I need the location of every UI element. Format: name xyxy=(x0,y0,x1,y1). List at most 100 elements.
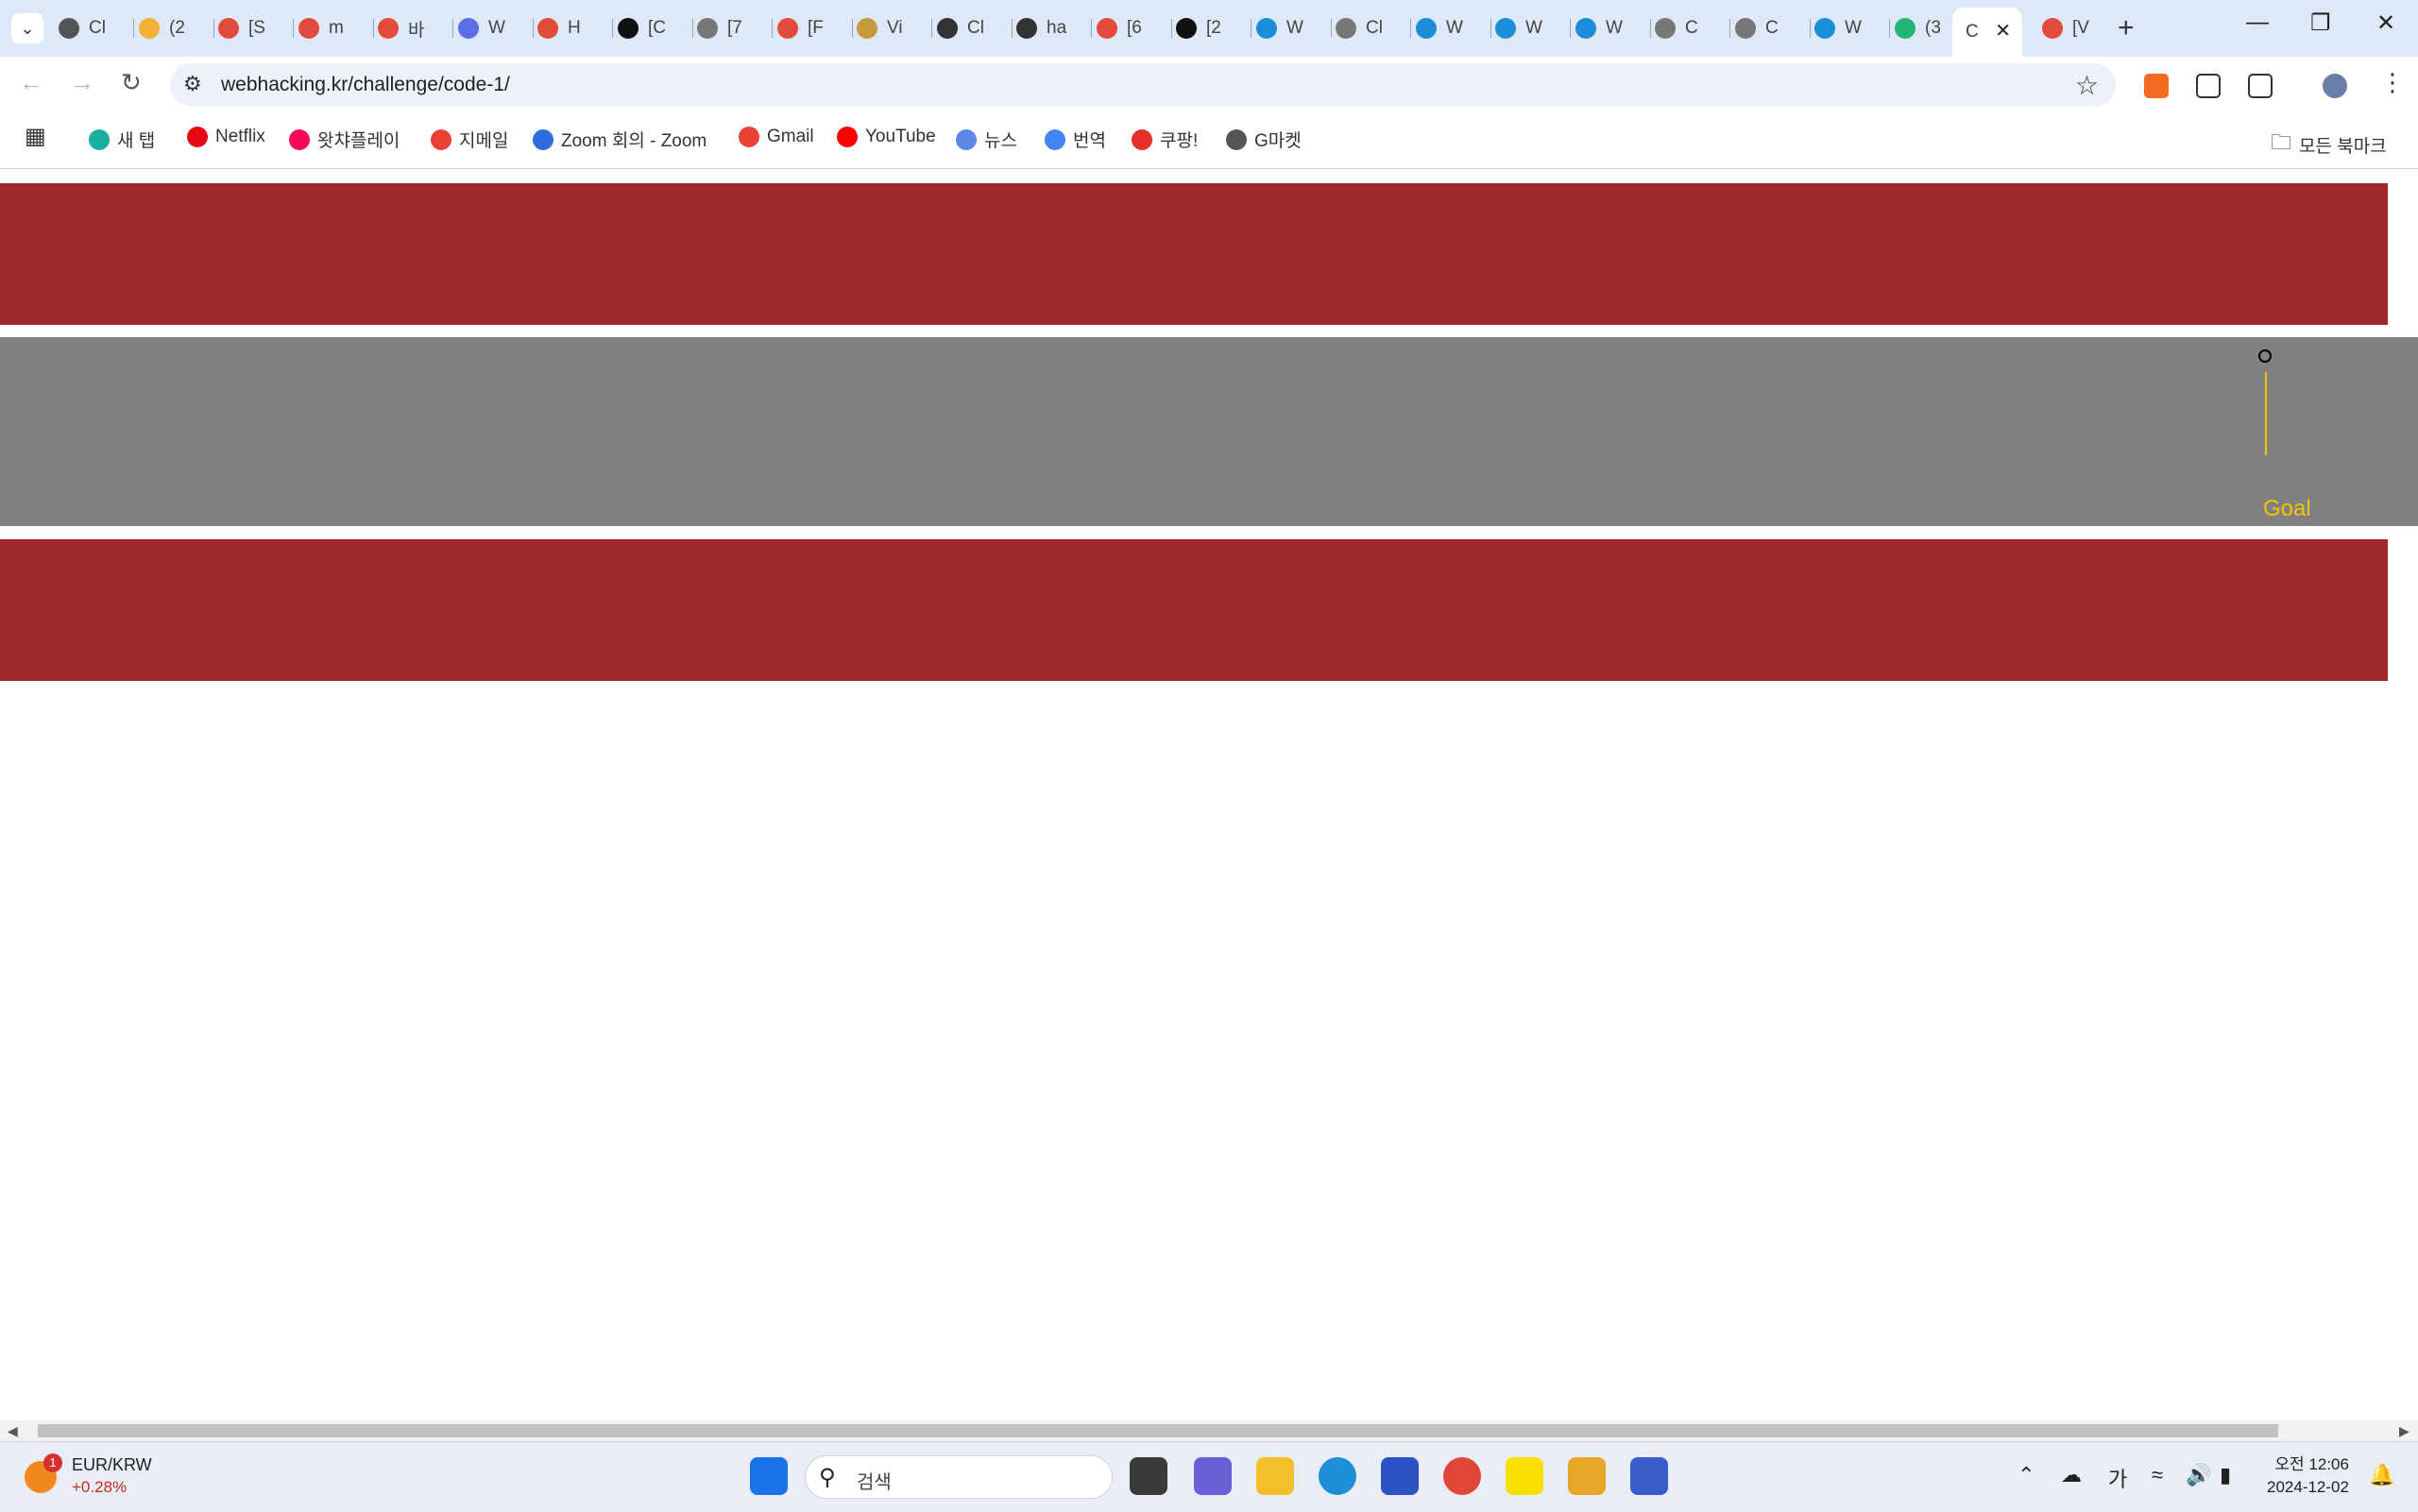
tab-favicon-icon xyxy=(857,18,877,39)
tab-separator xyxy=(1171,19,1172,38)
clock[interactable]: 오전 12:06 2024-12-02 xyxy=(2267,1453,2349,1499)
tray-chevron-icon[interactable]: ⌃ xyxy=(2018,1463,2035,1487)
tab[interactable]: m xyxy=(298,11,374,45)
tab[interactable]: W xyxy=(1256,11,1332,45)
bookmark-item[interactable]: 왓챠플레이 xyxy=(289,127,400,152)
media-control-icon[interactable] xyxy=(2196,74,2221,98)
network-app-icon[interactable] xyxy=(1630,1457,1668,1495)
task-view-icon[interactable] xyxy=(1130,1457,1167,1495)
edge-icon[interactable] xyxy=(1319,1457,1356,1495)
bookmark-star-icon[interactable]: ☆ xyxy=(2075,70,2099,101)
tab-separator xyxy=(533,19,534,38)
tab-separator xyxy=(1650,19,1651,38)
new-tab-button[interactable]: + xyxy=(2118,11,2135,45)
tab-favicon-icon xyxy=(1336,18,1356,39)
chrome-icon[interactable] xyxy=(1443,1457,1481,1495)
tab-favicon-icon xyxy=(1655,18,1676,39)
tab[interactable]: H xyxy=(537,11,613,45)
notification-bell-icon[interactable]: 🔔 xyxy=(2369,1463,2394,1487)
window-close-icon[interactable]: ✕ xyxy=(2376,9,2395,37)
tab[interactable]: [S xyxy=(218,11,294,45)
ime-indicator[interactable]: 가 xyxy=(2108,1463,2127,1493)
app-icon[interactable] xyxy=(1568,1457,1606,1495)
tab-favicon-icon xyxy=(1176,18,1197,39)
tab-label: W xyxy=(1845,18,1862,38)
onedrive-icon[interactable]: ☁ xyxy=(2061,1463,2082,1487)
scroll-left-icon[interactable]: ◀ xyxy=(8,1420,18,1441)
bookmark-label: Netflix xyxy=(215,127,265,146)
tab[interactable]: W xyxy=(458,11,534,45)
close-icon[interactable]: ✕ xyxy=(1995,19,2011,42)
tab-favicon-icon xyxy=(218,18,239,39)
reload-icon[interactable]: ↻ xyxy=(121,68,142,97)
tab-separator xyxy=(293,19,294,38)
bookmark-item[interactable]: 쿠팡! xyxy=(1132,127,1198,152)
volume-icon[interactable]: 🔊 xyxy=(2186,1463,2211,1487)
site-info-icon[interactable]: ⚙ xyxy=(183,72,202,96)
tab[interactable]: [C xyxy=(618,11,693,45)
tab[interactable]: W xyxy=(1495,11,1571,45)
tab-search-button[interactable]: ⌄ xyxy=(11,13,43,43)
m-circle-icon xyxy=(89,128,110,150)
tab[interactable]: [7 xyxy=(697,11,773,45)
tab[interactable]: Vi xyxy=(857,11,932,45)
menu-dots-icon[interactable]: ⋮ xyxy=(2380,68,2405,97)
restore-icon[interactable]: ❐ xyxy=(2310,9,2331,37)
url-text[interactable]: webhacking.kr/challenge/code-1/ xyxy=(221,74,510,96)
bookmark-item[interactable]: YouTube xyxy=(837,127,936,147)
bookmark-item[interactable]: Netflix xyxy=(187,127,265,147)
bookmark-item[interactable]: 뉴스 xyxy=(956,127,1017,152)
tab-separator xyxy=(612,19,613,38)
tab[interactable]: [F xyxy=(777,11,853,45)
tab[interactable]: W xyxy=(1575,11,1651,45)
tab[interactable]: Cl xyxy=(59,11,134,45)
player-ball[interactable] xyxy=(2258,349,2272,363)
minimize-icon[interactable]: — xyxy=(2246,9,2269,36)
taskbar-search[interactable]: ⚲ 검색 xyxy=(805,1455,1113,1499)
address-bar[interactable]: ⚙ webhacking.kr/challenge/code-1/ ☆ xyxy=(170,63,2116,107)
tab[interactable]: [2 xyxy=(1176,11,1252,45)
bookmark-item[interactable]: G마켓 xyxy=(1226,127,1302,152)
forward-icon[interactable]: → xyxy=(70,68,94,97)
tab[interactable]: Cl xyxy=(1336,11,1411,45)
extension-ex-icon[interactable] xyxy=(2144,74,2169,98)
bookmark-item[interactable]: 번역 xyxy=(1045,127,1106,152)
copilot-icon[interactable] xyxy=(1194,1457,1232,1495)
bookmark-item[interactable]: 지메일 xyxy=(431,127,508,152)
windows-start-icon[interactable] xyxy=(750,1457,788,1495)
tab-separator xyxy=(373,19,374,38)
tab[interactable]: ha xyxy=(1016,11,1092,45)
tab-separator xyxy=(133,19,134,38)
bookmark-item[interactable]: 새 탭 xyxy=(89,127,155,152)
tab[interactable]: Cl xyxy=(937,11,1013,45)
tab[interactable]: C xyxy=(1735,11,1811,45)
tab[interactable]: [6 xyxy=(1097,11,1172,45)
kakaotalk-icon[interactable] xyxy=(1506,1457,1543,1495)
tab[interactable]: C xyxy=(1655,11,1730,45)
tab[interactable]: W xyxy=(1814,11,1890,45)
bookmark-item[interactable]: Gmail xyxy=(739,127,814,147)
tab[interactable]: W xyxy=(1416,11,1491,45)
tab[interactable]: (2 xyxy=(139,11,214,45)
all-bookmarks-button[interactable]: 🗀 모든 북마크 xyxy=(2271,127,2387,162)
extensions-puzzle-icon[interactable] xyxy=(2248,74,2273,98)
wifi-icon[interactable]: ≈ xyxy=(2152,1463,2163,1487)
file-explorer-icon[interactable] xyxy=(1256,1457,1294,1495)
tab-active[interactable]: C ✕ xyxy=(1952,8,2022,57)
tab-favicon-icon xyxy=(458,18,479,39)
tab-favicon-icon xyxy=(1735,18,1756,39)
tab-label: (2 xyxy=(169,18,185,38)
tab-last[interactable]: [V xyxy=(2042,11,2097,45)
tab-favicon-icon xyxy=(1416,18,1437,39)
battery-icon[interactable]: ▮ xyxy=(2220,1463,2231,1487)
bookmark-item[interactable]: Zoom 회의 - Zoom xyxy=(533,127,707,152)
apps-grid-icon[interactable]: ▦ xyxy=(25,123,46,150)
tab-label: 바 xyxy=(408,20,425,41)
back-icon[interactable]: ← xyxy=(19,68,43,97)
tab[interactable]: 바 xyxy=(378,11,453,45)
scroll-right-icon[interactable]: ▶ xyxy=(2399,1420,2409,1441)
profile-avatar[interactable] xyxy=(2323,74,2347,98)
scrollbar-thumb[interactable] xyxy=(38,1424,2278,1437)
store-icon[interactable] xyxy=(1381,1457,1419,1495)
horizontal-scrollbar[interactable]: ◀ ▶ xyxy=(0,1420,2418,1441)
